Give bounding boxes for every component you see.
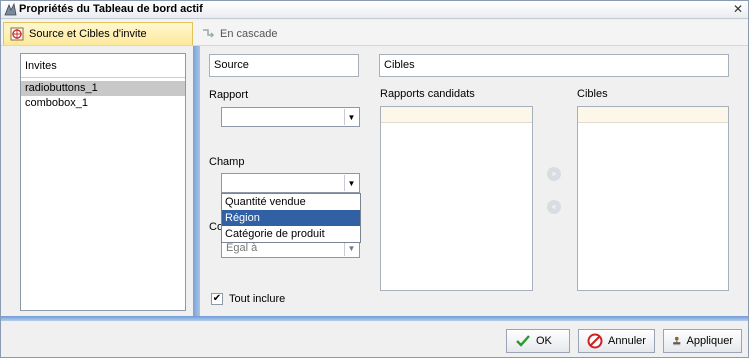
targets-list[interactable] <box>577 106 729 291</box>
tab-source-targets-label: Source et Cibles d'invite <box>29 28 147 40</box>
field-select[interactable]: ▼ <box>221 173 360 193</box>
remove-target-arrow-icon[interactable]: « <box>547 200 561 214</box>
option-region[interactable]: Région <box>222 210 360 226</box>
target-icon <box>10 27 24 41</box>
report-label: Rapport <box>209 89 249 101</box>
title-bar[interactable]: Propriétés du Tableau de bord actif ✕ <box>1 1 748 19</box>
checkmark-icon <box>516 335 530 347</box>
candidate-reports-list[interactable] <box>380 106 533 291</box>
report-select[interactable]: ▼ <box>221 107 360 127</box>
option-quantite-vendue[interactable]: Quantité vendue <box>222 194 360 210</box>
dialog-window: Propriétés du Tableau de bord actif ✕ So… <box>0 0 749 358</box>
tab-bar: Source et Cibles d'invite En cascade <box>1 20 748 46</box>
apply-button-label: Appliquer <box>686 335 733 347</box>
ok-button[interactable]: OK <box>506 329 570 353</box>
cancel-button[interactable]: Annuler <box>578 329 655 353</box>
include-all-label: Tout inclure <box>229 293 286 305</box>
prompt-item-radiobuttons[interactable]: radiobuttons_1 <box>21 81 185 96</box>
splitter-bar <box>193 46 200 316</box>
option-categorie-produit[interactable]: Catégorie de produit <box>222 226 360 242</box>
include-all-checkbox[interactable]: ✔ <box>211 293 223 305</box>
candidate-reports-label: Rapports candidats <box>380 88 475 100</box>
tab-source-targets[interactable]: Source et Cibles d'invite <box>3 22 193 45</box>
cancel-button-label: Annuler <box>608 335 646 347</box>
prompts-list: Invites radiobuttons_1 combobox_1 <box>20 53 186 311</box>
window-title: Propriétés du Tableau de bord actif <box>19 3 203 15</box>
candidate-reports-header <box>381 107 532 123</box>
source-field: Source <box>209 54 359 77</box>
ok-button-label: OK <box>536 335 552 347</box>
dashboard-properties-icon <box>4 2 17 16</box>
condition-value: Egal à <box>226 242 258 254</box>
targets-field: Cibles <box>379 54 729 77</box>
chevron-down-icon: ▼ <box>344 175 358 191</box>
field-dropdown-list: Quantité vendue Région Catégorie de prod… <box>221 193 361 243</box>
apply-button[interactable]: Appliquer <box>663 329 742 353</box>
chevron-down-icon: ▼ <box>344 109 358 125</box>
targets-list-header <box>578 107 728 123</box>
cancel-icon <box>587 333 603 349</box>
stamp-icon <box>673 336 681 346</box>
prompt-item-combobox[interactable]: combobox_1 <box>21 96 185 111</box>
add-target-arrow-icon[interactable]: » <box>547 167 561 181</box>
tab-cascade-label: En cascade <box>220 27 278 40</box>
close-icon[interactable]: ✕ <box>731 2 745 16</box>
prompts-header: Invites <box>21 54 185 78</box>
cascade-icon <box>203 28 215 38</box>
footer-bar: OK Annuler Appliquer <box>1 321 748 357</box>
targets-list-label: Cibles <box>577 88 608 100</box>
tab-cascade[interactable]: En cascade <box>195 22 305 45</box>
field-label: Champ <box>209 156 245 168</box>
